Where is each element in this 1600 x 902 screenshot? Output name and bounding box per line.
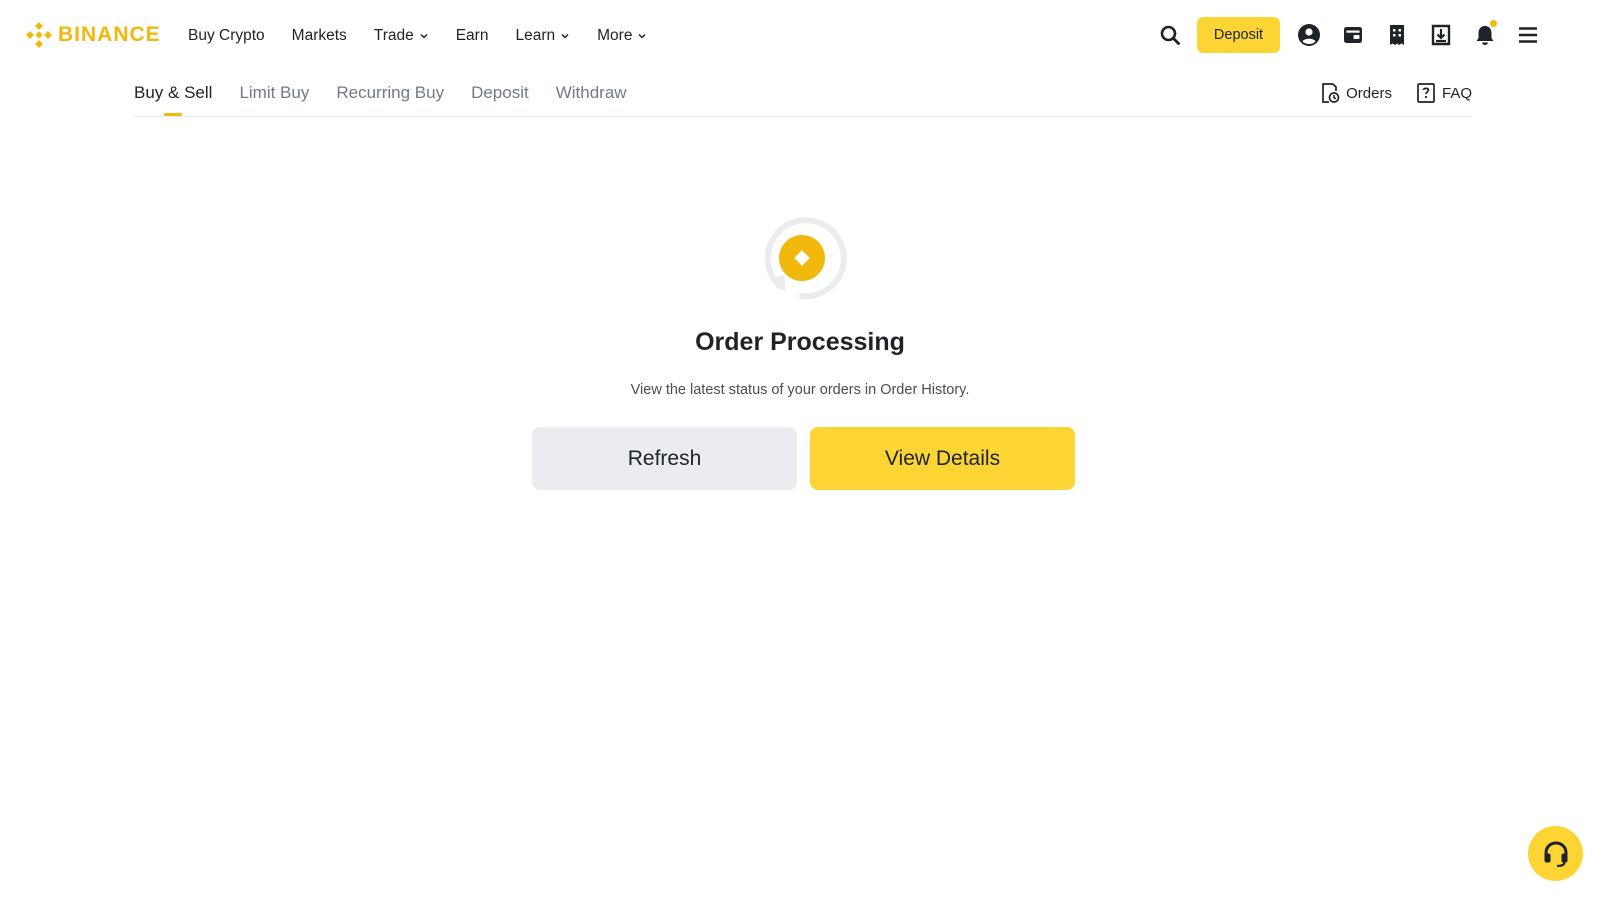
orders-link[interactable]: Orders	[1320, 82, 1392, 104]
processing-icon	[764, 217, 847, 300]
faq-icon	[1417, 83, 1435, 103]
faq-label: FAQ	[1441, 84, 1472, 102]
wallet-button[interactable]	[1335, 17, 1371, 53]
trade-subnav: Buy & Sell Limit Buy Recurring Buy Depos…	[134, 76, 1472, 117]
menu-item-label: Buy Crypto	[188, 27, 265, 44]
search-icon	[1160, 25, 1180, 45]
orders-button[interactable]	[1379, 17, 1415, 53]
orders-icon	[1390, 25, 1404, 45]
binance-logo-mark-icon	[26, 22, 52, 48]
deposit-button[interactable]: Deposit	[1197, 17, 1280, 53]
menu-item-trade[interactable]: Trade	[374, 27, 429, 45]
account-button[interactable]	[1291, 17, 1327, 53]
view-details-button[interactable]: View Details	[810, 427, 1075, 490]
hamburger-icon	[1519, 27, 1537, 43]
tab-buy-sell[interactable]: Buy & Sell	[134, 83, 212, 116]
wallet-icon	[1344, 27, 1362, 43]
chevron-down-icon	[420, 33, 428, 39]
brand-name: BINANCE	[58, 23, 161, 46]
orders-label: Orders	[1346, 84, 1392, 102]
main-menu: Buy Crypto Markets Trade Earn Learn More	[188, 24, 674, 48]
chevron-down-icon	[638, 33, 646, 39]
download-icon	[1431, 24, 1451, 46]
refresh-button[interactable]: Refresh	[532, 427, 797, 490]
faq-link[interactable]: FAQ	[1416, 82, 1472, 104]
menu-item-label: Learn	[515, 27, 556, 44]
support-chat-button[interactable]	[1528, 826, 1583, 881]
menu-item-label: Trade	[373, 27, 414, 44]
status-description: View the latest status of your orders in…	[630, 382, 970, 398]
bell-icon	[1476, 26, 1494, 45]
tab-recurring-buy[interactable]: Recurring Buy	[336, 83, 444, 113]
menu-item-more[interactable]: More	[597, 27, 647, 45]
menu-item-label: More	[597, 27, 633, 44]
chevron-down-icon	[561, 33, 569, 39]
notifications-button[interactable]	[1467, 17, 1503, 53]
tab-list: Buy & Sell Limit Buy Recurring Buy Depos…	[134, 83, 654, 116]
menu-item-label: Markets	[291, 27, 347, 44]
download-button[interactable]	[1423, 17, 1459, 53]
user-icon	[1298, 24, 1320, 46]
tab-deposit[interactable]: Deposit	[471, 83, 529, 113]
status-title: Order Processing	[695, 328, 905, 356]
menu-item-learn[interactable]: Learn	[515, 27, 570, 45]
menu-item-label: Earn	[455, 27, 489, 44]
menu-item-markets[interactable]: Markets	[292, 27, 347, 45]
order-history-icon	[1322, 83, 1340, 103]
notification-dot	[1490, 20, 1497, 27]
headset-icon	[1544, 840, 1567, 867]
search-button[interactable]	[1152, 17, 1188, 53]
binance-logo[interactable]: BINANCE	[26, 20, 161, 50]
subnav-links: Orders FAQ	[1296, 82, 1472, 104]
tab-limit-buy[interactable]: Limit Buy	[239, 83, 309, 113]
menu-item-buy-crypto[interactable]: Buy Crypto	[188, 27, 265, 45]
tab-withdraw[interactable]: Withdraw	[556, 83, 627, 113]
menu-button[interactable]	[1510, 17, 1546, 53]
top-navigation: BINANCE Buy Crypto Markets Trade Earn Le…	[0, 0, 1600, 72]
menu-item-earn[interactable]: Earn	[456, 27, 489, 45]
